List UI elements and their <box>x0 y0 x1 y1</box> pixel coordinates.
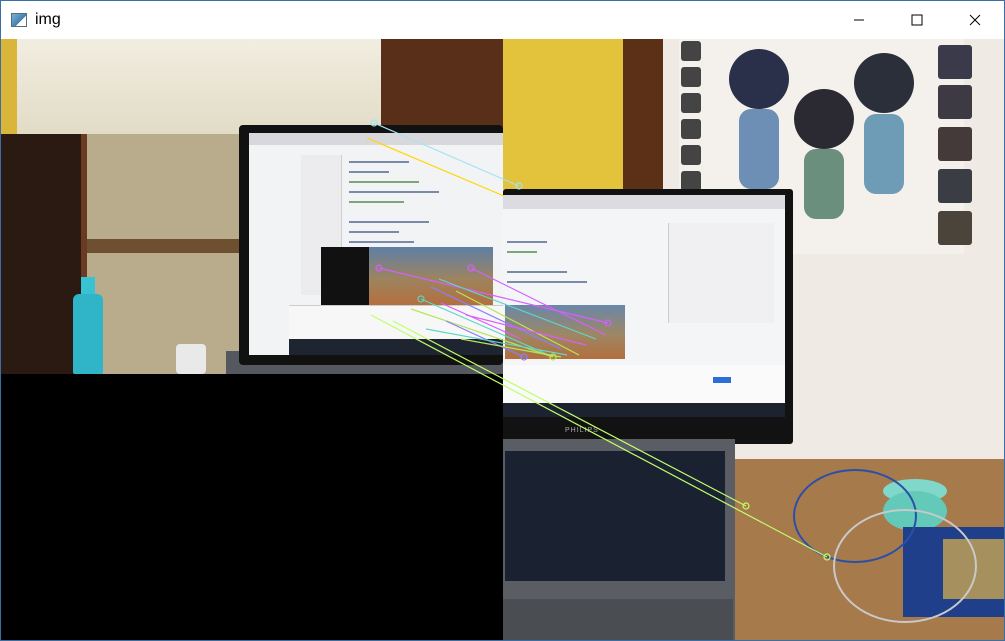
close-icon <box>969 14 981 26</box>
image-viewer-icon <box>11 13 27 27</box>
wood-panel <box>623 39 663 189</box>
preview-photo <box>505 305 625 359</box>
maximize-button[interactable] <box>888 1 946 39</box>
window-controls <box>830 1 1004 39</box>
train-image: PHILIPS <box>503 39 1004 640</box>
file-explorer-pane <box>668 223 774 323</box>
preview-photo <box>321 247 493 305</box>
minimize-button[interactable] <box>830 1 888 39</box>
editor-tabs <box>503 195 785 209</box>
editor-tabs <box>249 133 503 145</box>
jar <box>176 344 206 374</box>
yellow-cloth <box>1 39 17 139</box>
wall <box>87 134 247 374</box>
spray-bottle <box>73 294 103 374</box>
maximize-icon <box>911 14 923 26</box>
shelf <box>87 239 247 253</box>
monitor-brand-label: PHILIPS <box>565 427 599 434</box>
wood-panel <box>381 39 503 139</box>
opencv-image-window: img PHILIPS <box>0 0 1005 641</box>
usb-cable <box>833 509 977 623</box>
taskbar <box>503 403 785 417</box>
sticker-column-right <box>938 45 978 245</box>
monitor-screen <box>249 133 503 355</box>
query-image <box>1 39 503 374</box>
title-bar[interactable]: img <box>1 1 1004 39</box>
window-title: img <box>35 11 61 28</box>
taskbar <box>289 339 503 355</box>
minimize-icon <box>854 19 864 21</box>
image-canvas: PHILIPS <box>1 39 1004 640</box>
close-button[interactable] <box>946 1 1004 39</box>
laptop-screen <box>505 451 725 581</box>
padding-area <box>1 374 503 640</box>
save-dialog <box>503 365 785 405</box>
yellow-cloth <box>503 39 643 189</box>
laptop-keyboard <box>503 599 733 640</box>
monitor-screen <box>503 195 785 417</box>
curtain <box>1 39 381 134</box>
